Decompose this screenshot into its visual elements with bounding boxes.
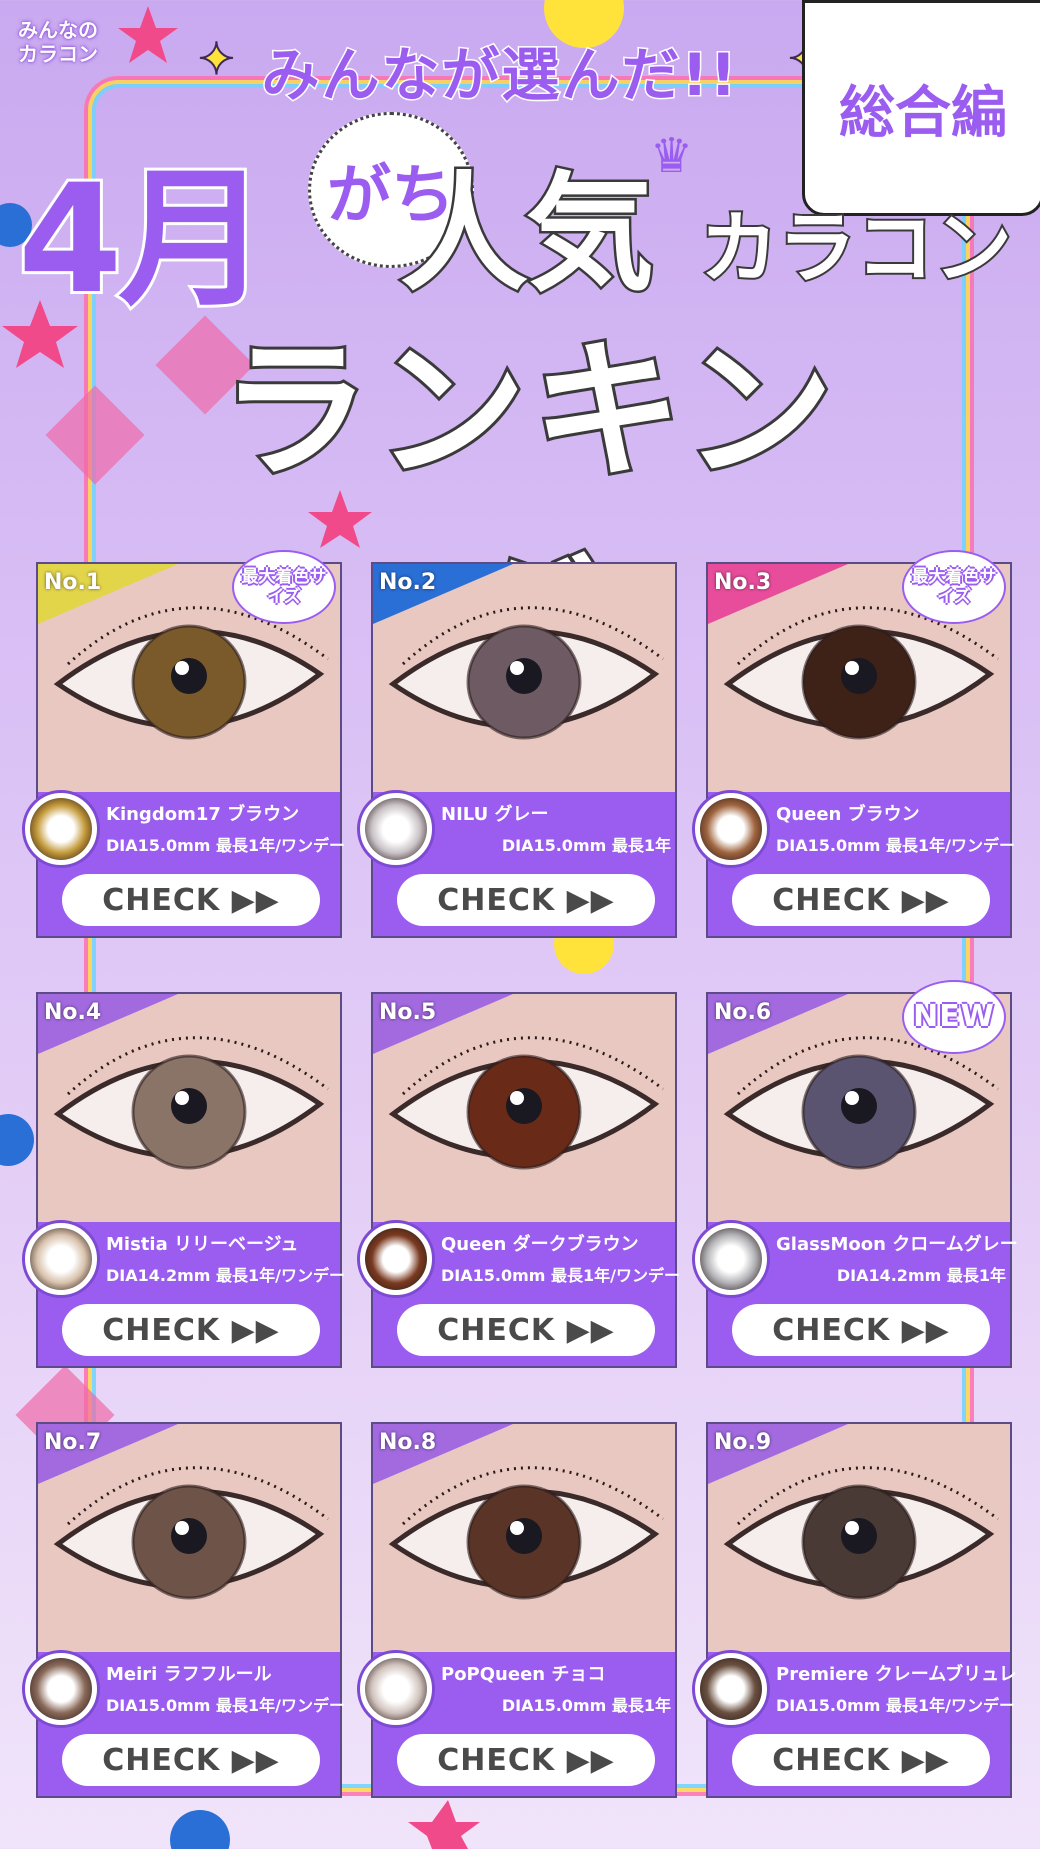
- rank-label: No.1: [44, 570, 102, 595]
- karacon-title: カラコン: [698, 202, 1014, 296]
- rank-label: No.6: [714, 1000, 772, 1025]
- check-button[interactable]: CHECK ▶▶: [62, 874, 320, 926]
- lens-image: [357, 1650, 435, 1728]
- product-card[interactable]: No.2 NILU グレー DIA15.0mm 最長1年 CHECK ▶▶: [357, 562, 677, 938]
- product-info: PoPQueen チョコ DIA15.0mm 最長1年: [441, 1660, 671, 1716]
- product-spec: DIA15.0mm 最長1年/ワンデー: [106, 836, 345, 855]
- product-name: PoPQueen チョコ: [441, 1664, 606, 1685]
- check-button[interactable]: CHECK ▶▶: [732, 874, 990, 926]
- product-spec: DIA15.0mm 最長1年/ワンデー: [106, 1696, 345, 1715]
- product-spec: DIA14.2mm 最長1年: [836, 1266, 1006, 1285]
- crown-icon: ♛: [650, 128, 694, 184]
- product-name: Premiere クレームブリュレ: [776, 1664, 1017, 1685]
- lens-image: [357, 1220, 435, 1298]
- product-spec: DIA15.0mm 最長1年: [501, 836, 671, 855]
- logo-line2: カラコン: [18, 42, 98, 66]
- product-info: Meiri ラフフルール DIA15.0mm 最長1年/ワンデー: [106, 1660, 345, 1716]
- max-size-badge: 最大着色サイズ: [902, 550, 1006, 624]
- lens-image: [22, 1650, 100, 1728]
- product-name: Kingdom17 ブラウン: [106, 804, 300, 825]
- product-card[interactable]: No.9 Premiere クレームブリュレ DIA15.0mm 最長1年/ワンデー…: [692, 1422, 1017, 1798]
- edition-label: 総合編: [802, 0, 1040, 216]
- product-card[interactable]: No.7 Meiri ラフフルール DIA15.0mm 最長1年/ワンデー CHECK…: [22, 1422, 345, 1798]
- product-spec: DIA14.2mm 最長1年/ワンデー: [106, 1266, 345, 1285]
- product-name: Mistia リリーベージュ: [106, 1234, 299, 1255]
- product-name: NILU グレー: [441, 804, 549, 825]
- check-button[interactable]: CHECK ▶▶: [397, 1304, 655, 1356]
- product-info: Premiere クレームブリュレ DIA15.0mm 最長1年/ワンデー: [776, 1660, 1017, 1716]
- check-button[interactable]: CHECK ▶▶: [397, 1734, 655, 1786]
- max-size-badge: 最大着色サイズ: [232, 550, 336, 624]
- lens-image: [22, 790, 100, 868]
- subtitle: みんなが選んだ!!: [260, 40, 739, 111]
- lens-image: [692, 790, 770, 868]
- rank-label: No.8: [379, 1430, 437, 1455]
- check-button[interactable]: CHECK ▶▶: [62, 1734, 320, 1786]
- product-info: Mistia リリーベージュ DIA14.2mm 最長1年/ワンデー: [106, 1230, 345, 1286]
- check-button[interactable]: CHECK ▶▶: [397, 874, 655, 926]
- product-info: GlassMoon クロームグレー DIA14.2mm 最長1年: [776, 1230, 1018, 1286]
- lens-image: [692, 1650, 770, 1728]
- product-card[interactable]: No.5 Queen ダークブラウン DIA15.0mm 最長1年/ワンデー CHEC…: [357, 992, 680, 1368]
- rank-label: No.3: [714, 570, 772, 595]
- rank-label: No.7: [44, 1430, 102, 1455]
- check-button[interactable]: CHECK ▶▶: [732, 1734, 990, 1786]
- product-name: Meiri ラフフルール: [106, 1664, 272, 1685]
- product-name: Queen ブラウン: [776, 804, 920, 825]
- pink-diamond: [45, 385, 145, 485]
- rank-label: No.5: [379, 1000, 437, 1025]
- product-spec: DIA15.0mm 最長1年/ワンデー: [776, 1696, 1015, 1715]
- product-card[interactable]: No.8 PoPQueen チョコ DIA15.0mm 最長1年 CHECK ▶▶: [357, 1422, 677, 1798]
- product-info: Queen ダークブラウン DIA15.0mm 最長1年/ワンデー: [441, 1230, 680, 1286]
- popular-title: 人気: [397, 158, 656, 312]
- lens-image: [22, 1220, 100, 1298]
- product-spec: DIA15.0mm 最長1年: [501, 1696, 671, 1715]
- product-spec: DIA15.0mm 最長1年/ワンデー: [441, 1266, 680, 1285]
- product-card[interactable]: No.3 最大着色サイズ Queen ブラウン DIA15.0mm 最長1年/ワンデー…: [692, 550, 1015, 938]
- pink-star: [408, 1800, 480, 1849]
- rank-label: No.2: [379, 570, 437, 595]
- product-card[interactable]: No.1 最大着色サイズ Kingdom17 ブラウン DIA15.0mm 最長1年/…: [22, 550, 345, 938]
- product-info: Queen ブラウン DIA15.0mm 最長1年/ワンデー: [776, 800, 1015, 856]
- check-button[interactable]: CHECK ▶▶: [732, 1304, 990, 1356]
- check-button[interactable]: CHECK ▶▶: [62, 1304, 320, 1356]
- blue-dot: [170, 1810, 230, 1849]
- pink-star: [118, 6, 178, 63]
- product-name: Queen ダークブラウン: [441, 1234, 639, 1255]
- product-spec: DIA15.0mm 最長1年/ワンデー: [776, 836, 1015, 855]
- product-card[interactable]: No.6 NEW GlassMoon クロームグレー DIA14.2mm 最長1年 CH…: [692, 980, 1018, 1368]
- rank-label: No.4: [44, 1000, 102, 1025]
- logo-line1: みんなの: [18, 18, 98, 42]
- lens-image: [692, 1220, 770, 1298]
- site-logo[interactable]: みんなの カラコン: [18, 18, 104, 76]
- product-card[interactable]: No.4 Mistia リリーベージュ DIA14.2mm 最長1年/ワンデー CHE…: [22, 992, 345, 1368]
- product-name: GlassMoon クロームグレー: [776, 1234, 1018, 1255]
- new-badge: NEW: [902, 980, 1006, 1054]
- blue-dot: [0, 1114, 34, 1166]
- product-info: NILU グレー DIA15.0mm 最長1年: [441, 800, 671, 856]
- product-info: Kingdom17 ブラウン DIA15.0mm 最長1年/ワンデー: [106, 800, 345, 856]
- rank-label: No.9: [714, 1430, 772, 1455]
- lens-image: [357, 790, 435, 868]
